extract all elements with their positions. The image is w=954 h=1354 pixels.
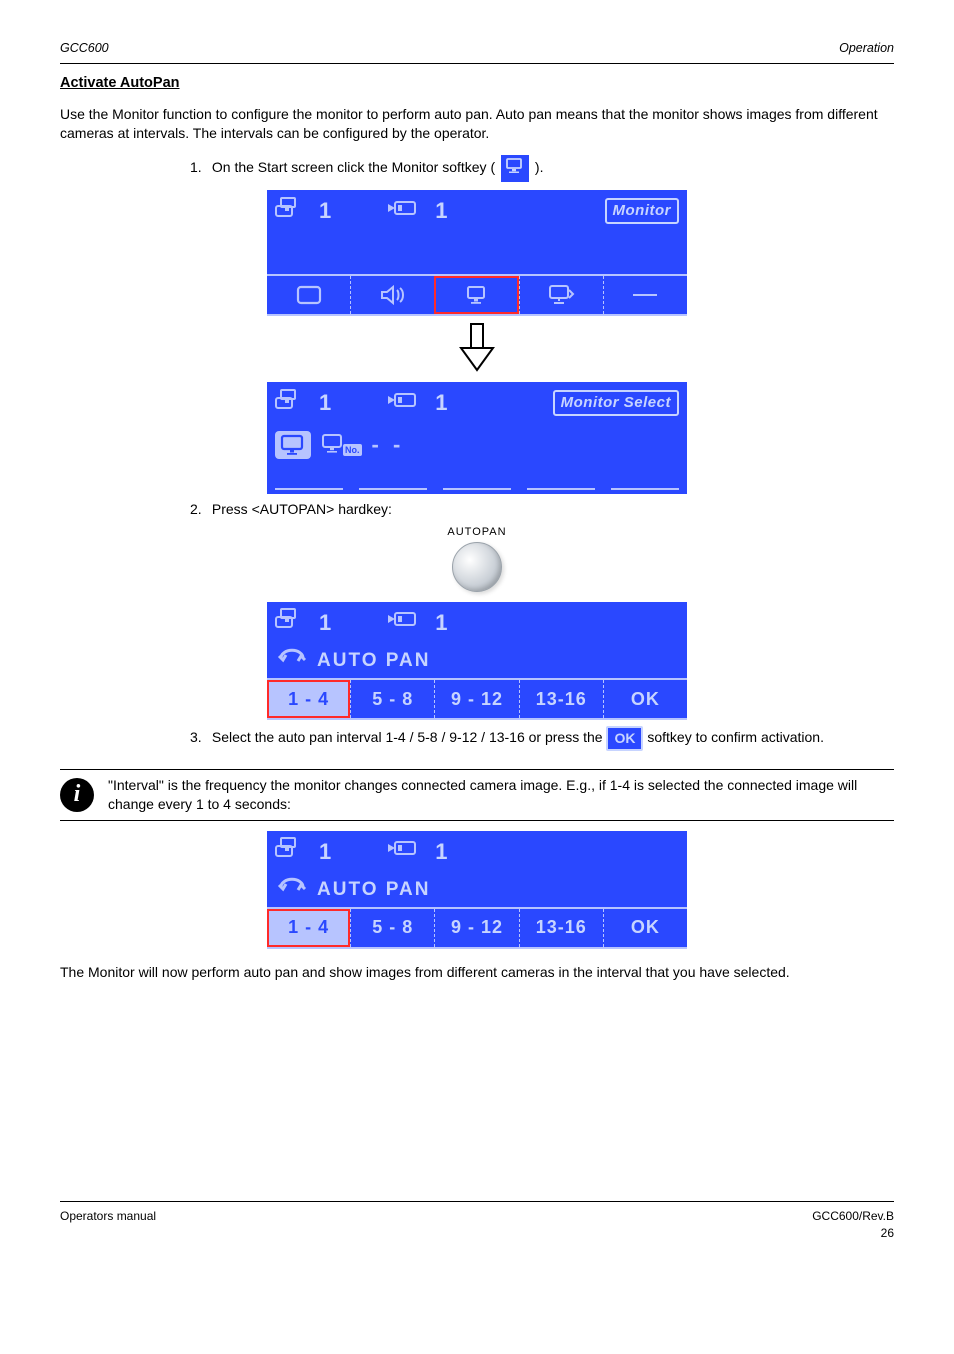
controller-icon	[275, 607, 305, 638]
camera-number: 1	[435, 388, 447, 418]
lcd-monitor-select: 1 1 Monitor Select No. - -	[267, 382, 687, 494]
lcd-tabs	[267, 274, 687, 316]
tab-interval-1-4[interactable]: 1 - 4	[267, 909, 350, 947]
step-3-text-b: softkey to confirm activation.	[647, 729, 824, 745]
autopan-hardkey: AUTOPAN	[60, 525, 894, 592]
ok-softkey-badge: OK	[606, 726, 643, 751]
controller-number: 1	[319, 196, 331, 226]
tab-interval-1-4[interactable]: 1 - 4	[267, 680, 350, 718]
intro-paragraph: Use the Monitor function to configure th…	[60, 105, 894, 143]
autopan-tabs: 1 - 4 5 - 8 9 - 12 13-16 OK	[267, 907, 687, 949]
step-1: 1. On the Start screen click the Monitor…	[190, 155, 894, 182]
monitor-softkey-icon	[501, 155, 529, 182]
camera-number: 1	[435, 837, 447, 867]
step-3-text-a: Select the auto pan interval 1-4 / 5-8 /…	[212, 729, 607, 745]
header-rule	[60, 63, 894, 64]
step-2: 2. Press <AUTOPAN> hardkey:	[190, 500, 894, 519]
tab-audio[interactable]	[350, 276, 434, 314]
monitor-number-value: - -	[372, 430, 405, 460]
header-right: Operation	[109, 40, 894, 57]
closing-paragraph: The Monitor will now perform auto pan an…	[60, 963, 894, 982]
controller-number: 1	[319, 608, 331, 638]
footer-left: Operators manual	[60, 1208, 156, 1240]
footer-doc-id: GCC600/Rev.B	[812, 1208, 894, 1224]
camera-icon	[387, 609, 421, 636]
step-3: 3. Select the auto pan interval 1-4 / 5-…	[190, 726, 894, 751]
info-icon: i	[60, 778, 94, 812]
tab-interval-9-12[interactable]: 9 - 12	[434, 680, 518, 718]
step-1-text-b: ).	[535, 159, 544, 175]
flow-arrow-icon	[447, 322, 507, 374]
lcd-autopan-example: 1 1 AUTO PAN 1 - 4 5 - 8 9 - 12 13-16 OK	[267, 831, 687, 949]
controller-icon	[275, 196, 305, 227]
monitor-select-row: No. - -	[267, 424, 687, 466]
controller-number: 1	[319, 388, 331, 418]
lcd-monitor: 1 1 Monitor	[267, 190, 687, 316]
camera-number: 1	[435, 608, 447, 638]
tab-interval-5-8[interactable]: 5 - 8	[350, 680, 434, 718]
screen-title: Monitor Select	[553, 390, 679, 416]
page-footer: Operators manual GCC600/Rev.B 26	[60, 1201, 894, 1240]
header-left: GCC600	[60, 40, 109, 57]
step-1-text-a: On the Start screen click the Monitor so…	[212, 159, 495, 175]
tab-display[interactable]	[519, 276, 603, 314]
autopan-title: AUTO PAN	[317, 877, 430, 903]
autopan-title: AUTO PAN	[317, 648, 430, 674]
step-number: 2.	[190, 500, 208, 519]
step-number: 1.	[190, 158, 208, 177]
tab-monitor[interactable]	[434, 276, 518, 314]
tab-interval-13-16[interactable]: 13-16	[519, 680, 603, 718]
step-2-text: Press <AUTOPAN> hardkey:	[212, 501, 392, 517]
controller-icon	[275, 388, 305, 419]
tab-interval-9-12[interactable]: 9 - 12	[434, 909, 518, 947]
tab-blank[interactable]	[603, 276, 687, 314]
controller-icon	[275, 836, 305, 867]
camera-icon	[387, 198, 421, 225]
tab-fullscreen[interactable]	[267, 276, 350, 314]
autopan-icon	[277, 876, 307, 903]
step-number: 3.	[190, 728, 208, 747]
section-title: Activate AutoPan	[60, 74, 894, 94]
info-text: "Interval" is the frequency the monitor …	[108, 776, 894, 814]
autopan-button[interactable]	[452, 542, 502, 592]
tab-interval-5-8[interactable]: 5 - 8	[350, 909, 434, 947]
camera-number: 1	[435, 196, 447, 226]
selected-monitor-icon	[275, 431, 311, 459]
tab-ok[interactable]: OK	[603, 680, 687, 718]
autopan-label: AUTOPAN	[60, 525, 894, 540]
autopan-tabs: 1 - 4 5 - 8 9 - 12 13-16 OK	[267, 678, 687, 720]
no-label: No.	[343, 444, 362, 456]
controller-number: 1	[319, 837, 331, 867]
lcd-autopan: 1 1 AUTO PAN 1 - 4 5 - 8 9 - 12 13-16 OK	[267, 602, 687, 720]
footer-page-number: 26	[812, 1225, 894, 1241]
camera-icon	[387, 838, 421, 865]
monitor-no-icon: No.	[321, 433, 362, 457]
info-note: i "Interval" is the frequency the monito…	[60, 769, 894, 821]
tab-ok[interactable]: OK	[603, 909, 687, 947]
camera-icon	[387, 390, 421, 417]
lcd-blank-row	[267, 232, 687, 274]
autopan-icon	[277, 647, 307, 674]
softkey-slots	[267, 466, 687, 494]
screen-title: Monitor	[605, 198, 679, 224]
tab-interval-13-16[interactable]: 13-16	[519, 909, 603, 947]
